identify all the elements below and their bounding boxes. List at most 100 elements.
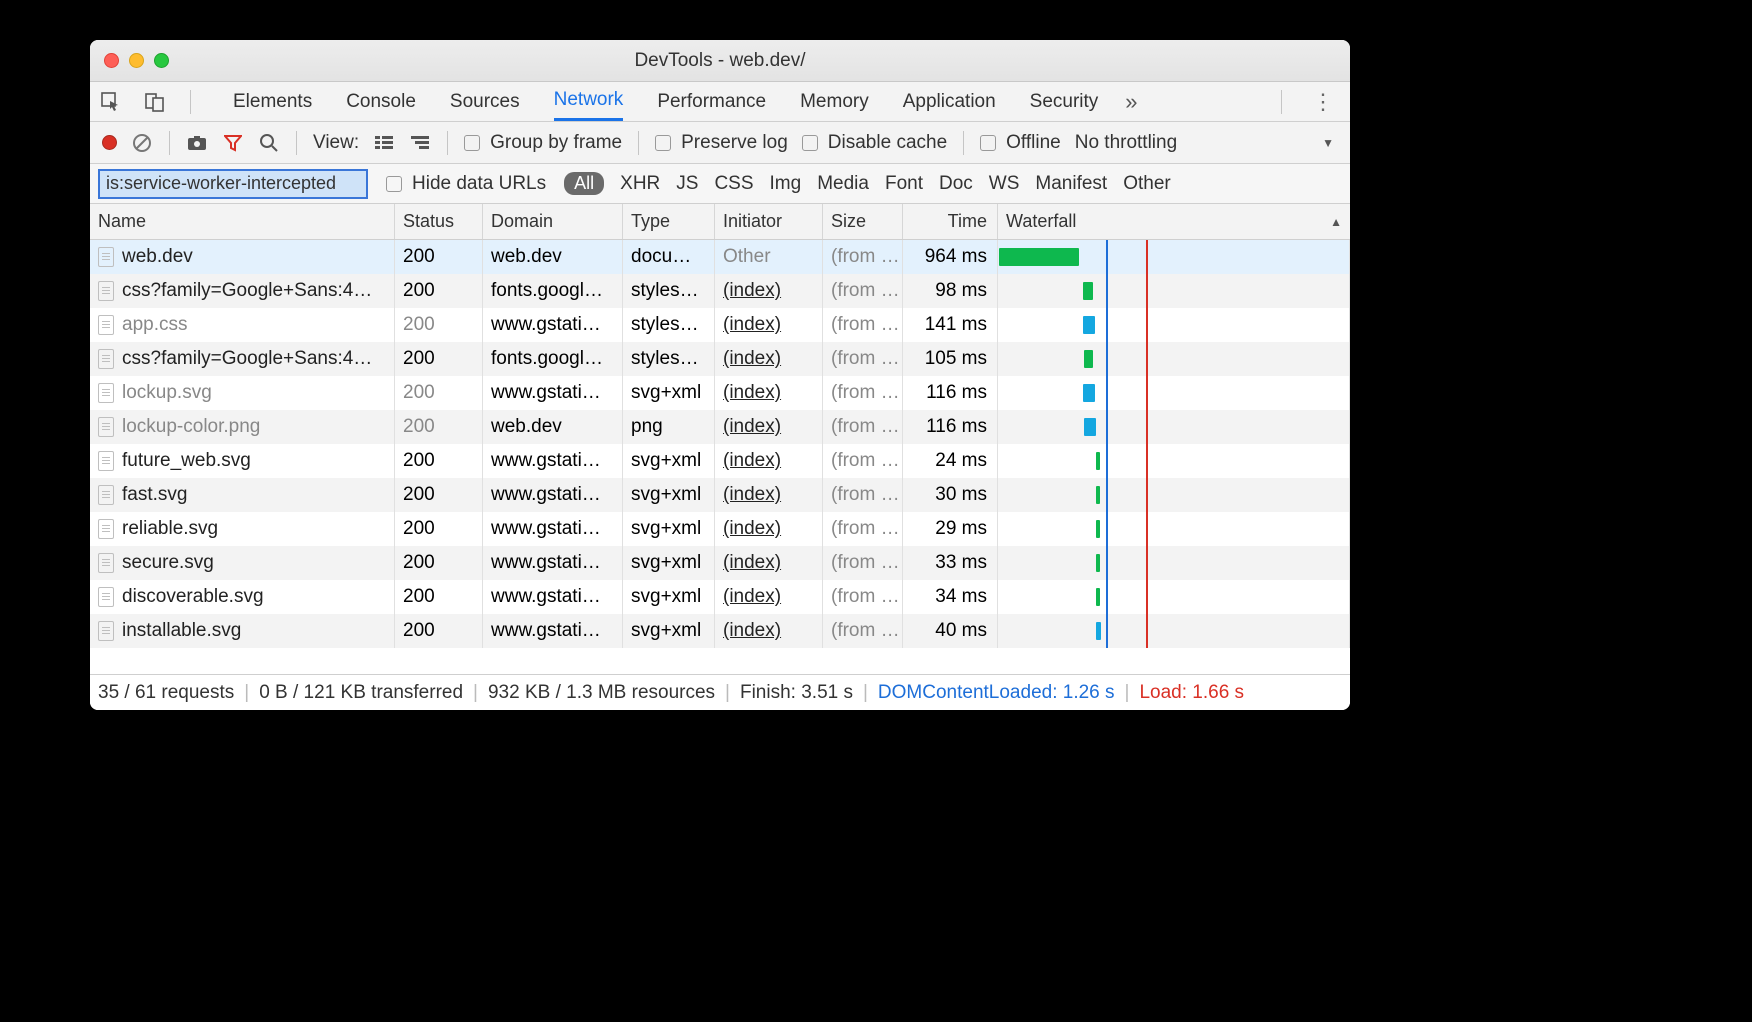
- filter-type-media[interactable]: Media: [817, 173, 869, 195]
- device-toggle-icon[interactable]: [144, 91, 166, 113]
- request-time: 964 ms: [903, 240, 998, 274]
- chevron-down-icon[interactable]: ▼: [1322, 136, 1334, 150]
- record-button[interactable]: [102, 135, 117, 150]
- titlebar: DevTools - web.dev/: [90, 40, 1350, 82]
- initiator-link[interactable]: (index): [723, 484, 781, 506]
- request-time: 33 ms: [903, 546, 998, 580]
- tab-performance[interactable]: Performance: [657, 82, 766, 121]
- filter-icon[interactable]: [222, 132, 244, 154]
- tab-console[interactable]: Console: [346, 82, 416, 121]
- file-icon: [98, 587, 114, 607]
- status-requests: 35 / 61 requests: [98, 682, 234, 704]
- filter-type-css[interactable]: CSS: [714, 173, 753, 195]
- tab-application[interactable]: Application: [903, 82, 996, 121]
- waterfall-cell: [998, 614, 1350, 648]
- request-domain: fonts.googl…: [483, 342, 623, 376]
- request-domain: www.gstati…: [483, 614, 623, 648]
- initiator-link[interactable]: (index): [723, 348, 781, 370]
- table-row[interactable]: web.dev200web.devdocu…Other(from …964 ms: [90, 240, 1350, 274]
- throttling-select[interactable]: No throttling: [1075, 132, 1177, 154]
- initiator-link[interactable]: (index): [723, 620, 781, 642]
- tab-sources[interactable]: Sources: [450, 82, 520, 121]
- disable-cache-checkbox[interactable]: Disable cache: [802, 132, 947, 154]
- request-table: web.dev200web.devdocu…Other(from …964 ms…: [90, 240, 1350, 674]
- table-row[interactable]: installable.svg200www.gstati…svg+xml(ind…: [90, 614, 1350, 648]
- initiator-link[interactable]: (index): [723, 450, 781, 472]
- request-type: styles…: [623, 274, 715, 308]
- request-name: app.css: [122, 314, 187, 336]
- filter-input[interactable]: [98, 169, 368, 199]
- tab-network[interactable]: Network: [554, 82, 624, 121]
- filter-type-xhr[interactable]: XHR: [620, 173, 660, 195]
- request-name: lockup.svg: [122, 382, 212, 404]
- col-type[interactable]: Type: [623, 204, 715, 239]
- group-by-frame-checkbox[interactable]: Group by frame: [464, 132, 622, 154]
- preserve-log-checkbox[interactable]: Preserve log: [655, 132, 788, 154]
- filter-type-manifest[interactable]: Manifest: [1035, 173, 1107, 195]
- request-status: 200: [395, 274, 483, 308]
- waterfall-cell: [998, 342, 1350, 376]
- tab-memory[interactable]: Memory: [800, 82, 869, 121]
- request-initiator: (index): [715, 376, 823, 410]
- initiator-link[interactable]: (index): [723, 518, 781, 540]
- col-initiator[interactable]: Initiator: [715, 204, 823, 239]
- table-row[interactable]: secure.svg200www.gstati…svg+xml(index)(f…: [90, 546, 1350, 580]
- initiator-link[interactable]: (index): [723, 552, 781, 574]
- initiator-link[interactable]: (index): [723, 416, 781, 438]
- col-time[interactable]: Time: [903, 204, 998, 239]
- table-row[interactable]: app.css200www.gstati…styles…(index)(from…: [90, 308, 1350, 342]
- request-name: lockup-color.png: [122, 416, 260, 438]
- request-status: 200: [395, 342, 483, 376]
- inspect-element-icon[interactable]: [100, 91, 122, 113]
- initiator-link[interactable]: (index): [723, 314, 781, 336]
- request-name: installable.svg: [122, 620, 241, 642]
- filter-type-other[interactable]: Other: [1123, 173, 1171, 195]
- offline-checkbox[interactable]: Offline: [980, 132, 1061, 154]
- filter-type-all[interactable]: All: [564, 172, 604, 195]
- overflow-tabs-icon[interactable]: »: [1120, 91, 1142, 113]
- file-icon: [98, 621, 114, 641]
- status-transferred: 0 B / 121 KB transferred: [259, 682, 463, 704]
- filter-type-img[interactable]: Img: [770, 173, 802, 195]
- network-toolbar: View: Group by frame Preserve log Disabl…: [90, 122, 1350, 164]
- col-size[interactable]: Size: [823, 204, 903, 239]
- initiator-link[interactable]: (index): [723, 280, 781, 302]
- table-row[interactable]: discoverable.svg200www.gstati…svg+xml(in…: [90, 580, 1350, 614]
- request-status: 200: [395, 240, 483, 274]
- initiator-link[interactable]: (index): [723, 382, 781, 404]
- status-bar: 35 / 61 requests| 0 B / 121 KB transferr…: [90, 674, 1350, 710]
- initiator-link[interactable]: (index): [723, 586, 781, 608]
- col-name[interactable]: Name: [90, 204, 395, 239]
- tab-security[interactable]: Security: [1030, 82, 1099, 121]
- table-row[interactable]: lockup.svg200www.gstati…svg+xml(index)(f…: [90, 376, 1350, 410]
- waterfall-cell: [998, 580, 1350, 614]
- col-waterfall[interactable]: Waterfall▲: [998, 204, 1350, 239]
- filter-type-ws[interactable]: WS: [989, 173, 1020, 195]
- waterfall-cell: [998, 478, 1350, 512]
- request-type: styles…: [623, 308, 715, 342]
- table-row[interactable]: css?family=Google+Sans:4…200fonts.googl……: [90, 342, 1350, 376]
- hide-data-urls-checkbox[interactable]: Hide data URLs: [386, 173, 546, 195]
- filter-type-doc[interactable]: Doc: [939, 173, 973, 195]
- large-rows-icon[interactable]: [373, 132, 395, 154]
- file-icon: [98, 519, 114, 539]
- table-row[interactable]: css?family=Google+Sans:4…200fonts.googl……: [90, 274, 1350, 308]
- table-row[interactable]: future_web.svg200www.gstati…svg+xml(inde…: [90, 444, 1350, 478]
- request-domain: www.gstati…: [483, 478, 623, 512]
- search-icon[interactable]: [258, 132, 280, 154]
- tab-elements[interactable]: Elements: [233, 82, 312, 121]
- status-resources: 932 KB / 1.3 MB resources: [488, 682, 715, 704]
- request-initiator: (index): [715, 546, 823, 580]
- col-domain[interactable]: Domain: [483, 204, 623, 239]
- screenshot-icon[interactable]: [186, 132, 208, 154]
- filter-type-js[interactable]: JS: [676, 173, 698, 195]
- filter-type-font[interactable]: Font: [885, 173, 923, 195]
- table-row[interactable]: lockup-color.png200web.devpng(index)(fro…: [90, 410, 1350, 444]
- clear-icon[interactable]: [131, 132, 153, 154]
- request-size: (from …: [823, 308, 903, 342]
- overview-icon[interactable]: [409, 132, 431, 154]
- table-row[interactable]: fast.svg200www.gstati…svg+xml(index)(fro…: [90, 478, 1350, 512]
- col-status[interactable]: Status: [395, 204, 483, 239]
- settings-kebab-icon[interactable]: ⋮: [1306, 89, 1340, 115]
- table-row[interactable]: reliable.svg200www.gstati…svg+xml(index)…: [90, 512, 1350, 546]
